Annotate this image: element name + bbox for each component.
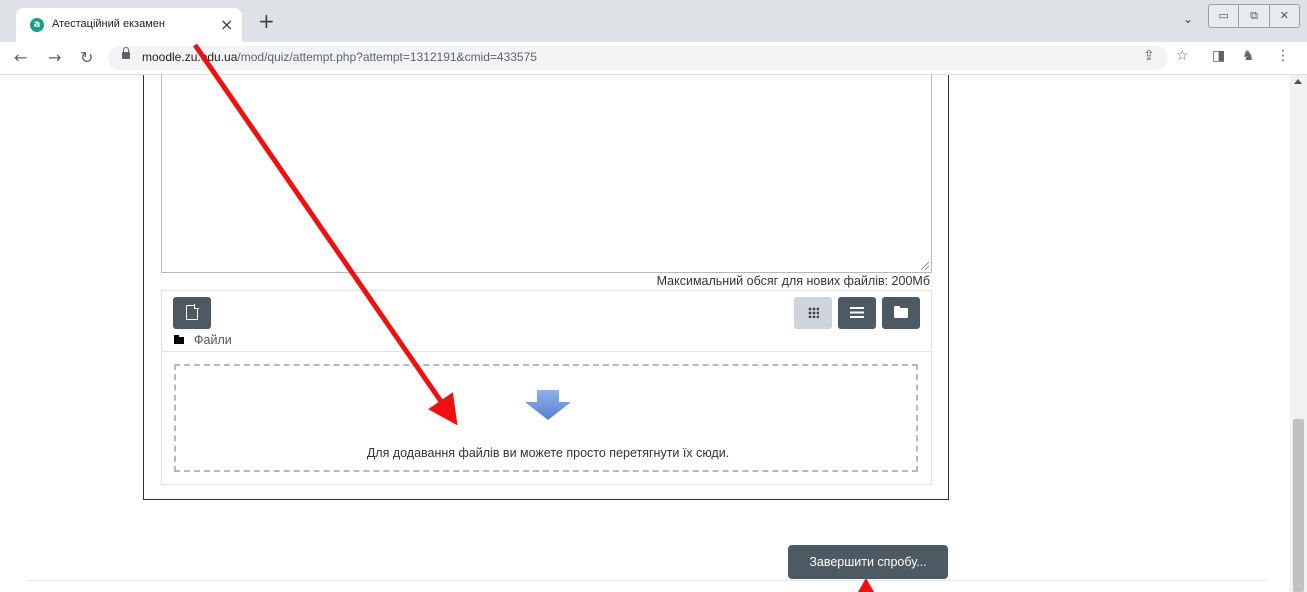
drop-hint-text: Для додавання файлів ви можете просто пе… <box>366 446 730 460</box>
tab-title: Атестаційний екзамен <box>52 18 165 30</box>
new-tab-button[interactable]: + <box>258 9 275 33</box>
bookmark-star-icon[interactable]: ☆ <box>1176 48 1189 64</box>
max-file-size-text: Максимальний обсяг для нових файлів: 200… <box>656 274 930 288</box>
file-drop-zone[interactable]: Для додавання файлів ви можете просто пе… <box>174 364 918 472</box>
file-icon <box>186 304 199 320</box>
drop-arrow-icon <box>525 390 571 420</box>
window-controls: ▭ ⧉ ✕ <box>1208 4 1300 28</box>
menu-kebab-icon[interactable]: ⋮ <box>1276 48 1290 64</box>
url-path: /mod/quiz/attempt.php?attempt=1312191&cm… <box>237 50 537 64</box>
finish-attempt-button[interactable]: Завершити спробу... <box>788 545 948 579</box>
address-bar[interactable]: moodle.zu.edu.ua/mod/quiz/attempt.php?at… <box>108 46 1168 70</box>
resize-handle[interactable] <box>921 262 929 270</box>
browser-toolbar: ← → ↻ moodle.zu.edu.ua/mod/quiz/attempt.… <box>0 42 1307 75</box>
profile-avatar-icon[interactable]: ♞ <box>1242 48 1255 64</box>
reload-icon[interactable]: ↻ <box>80 48 93 67</box>
view-icons-button[interactable] <box>794 297 832 329</box>
answer-text-editor[interactable] <box>161 75 932 273</box>
view-tree-button[interactable] <box>882 297 920 329</box>
tab-search-icon[interactable]: ⌄ <box>1183 12 1193 26</box>
page-viewport: Максимальний обсяг для нових файлів: 200… <box>0 75 1290 592</box>
file-manager: Файли Для додавання файлів ви можете про… <box>161 290 932 485</box>
share-icon[interactable]: ⇪ <box>1143 48 1155 64</box>
browser-tab[interactable]: a Атестаційний екзамен × <box>16 8 242 42</box>
moodle-favicon-icon: a <box>30 18 44 32</box>
close-tab-icon[interactable]: × <box>220 15 233 34</box>
close-window-icon[interactable]: ✕ <box>1270 5 1299 27</box>
url-host: moodle.zu.edu.ua <box>142 50 238 64</box>
forward-icon[interactable]: → <box>48 48 61 67</box>
file-manager-toolbar: Файли <box>162 291 931 352</box>
side-panel-icon[interactable]: ◨ <box>1212 48 1225 64</box>
add-file-button[interactable] <box>173 297 211 329</box>
url-text[interactable]: moodle.zu.edu.ua/mod/quiz/attempt.php?at… <box>142 50 537 64</box>
scroll-up-arrow-icon[interactable] <box>1294 79 1302 84</box>
page-scrollbar[interactable] <box>1290 75 1307 592</box>
divider <box>27 580 1267 581</box>
lock-icon[interactable] <box>122 47 130 59</box>
scroll-thumb[interactable] <box>1293 419 1304 592</box>
tab-strip: a Атестаційний екзамен × + ⌄ ▭ ⧉ ✕ <box>0 0 1307 42</box>
view-list-button[interactable] <box>838 297 876 329</box>
minimize-icon[interactable]: ▭ <box>1209 5 1240 27</box>
list-icon <box>850 307 864 318</box>
back-icon[interactable]: ← <box>14 48 27 67</box>
grid-icon <box>808 307 819 318</box>
path-label[interactable]: Файли <box>194 333 232 347</box>
path-folder-icon <box>174 335 184 344</box>
folder-icon <box>894 306 908 318</box>
restore-icon[interactable]: ⧉ <box>1239 5 1270 27</box>
